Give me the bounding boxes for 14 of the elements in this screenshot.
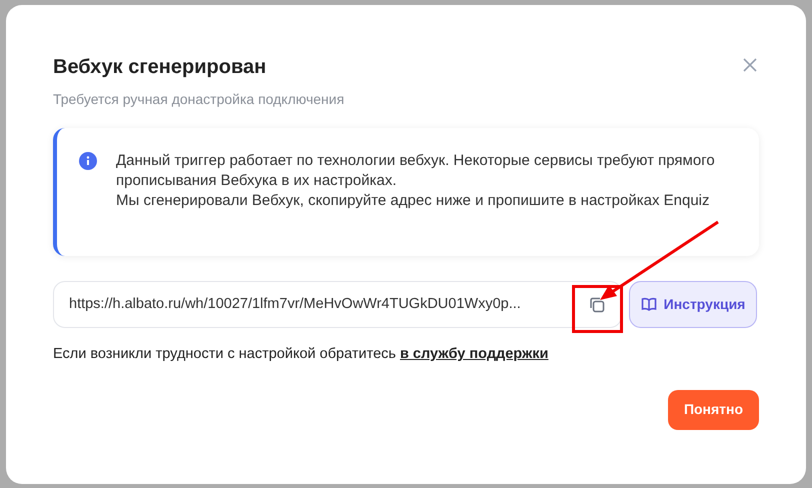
webhook-url-field[interactable]: https://h.albato.ru/wh/10027/1lfm7vr/MeHvOwWr4TUGkDU01Wxy0p... <box>53 281 622 328</box>
instruction-button[interactable]: Инструкция <box>629 281 757 328</box>
book-icon <box>640 297 657 312</box>
close-icon[interactable] <box>742 57 758 73</box>
webhook-url: https://h.albato.ru/wh/10027/1lfm7vr/MeHvOwWr4TUGkDU01Wxy0p... <box>69 294 522 314</box>
info-text: Мы сгенерировали Вебхук, скопируйте адрес ниже и пропишите в настройках Enquiz <box>116 191 711 211</box>
info-text: Данный триггер работает по технологии вебхук. Некоторые сервисы требуют прямого прописывания Вебхука в их настройках. <box>116 151 716 191</box>
copy-icon <box>588 296 606 314</box>
help-text: Если возникли трудности с настройкой обратитесь в службу поддержки <box>53 345 550 364</box>
dialog-subtitle: Требуется ручная донастройка подключения <box>53 90 346 109</box>
info-icon <box>79 152 97 170</box>
highlight-frame <box>572 285 623 333</box>
dialog-title: Вебхук сгенерирован <box>53 55 266 79</box>
support-link[interactable]: в службу поддержки <box>400 346 548 362</box>
